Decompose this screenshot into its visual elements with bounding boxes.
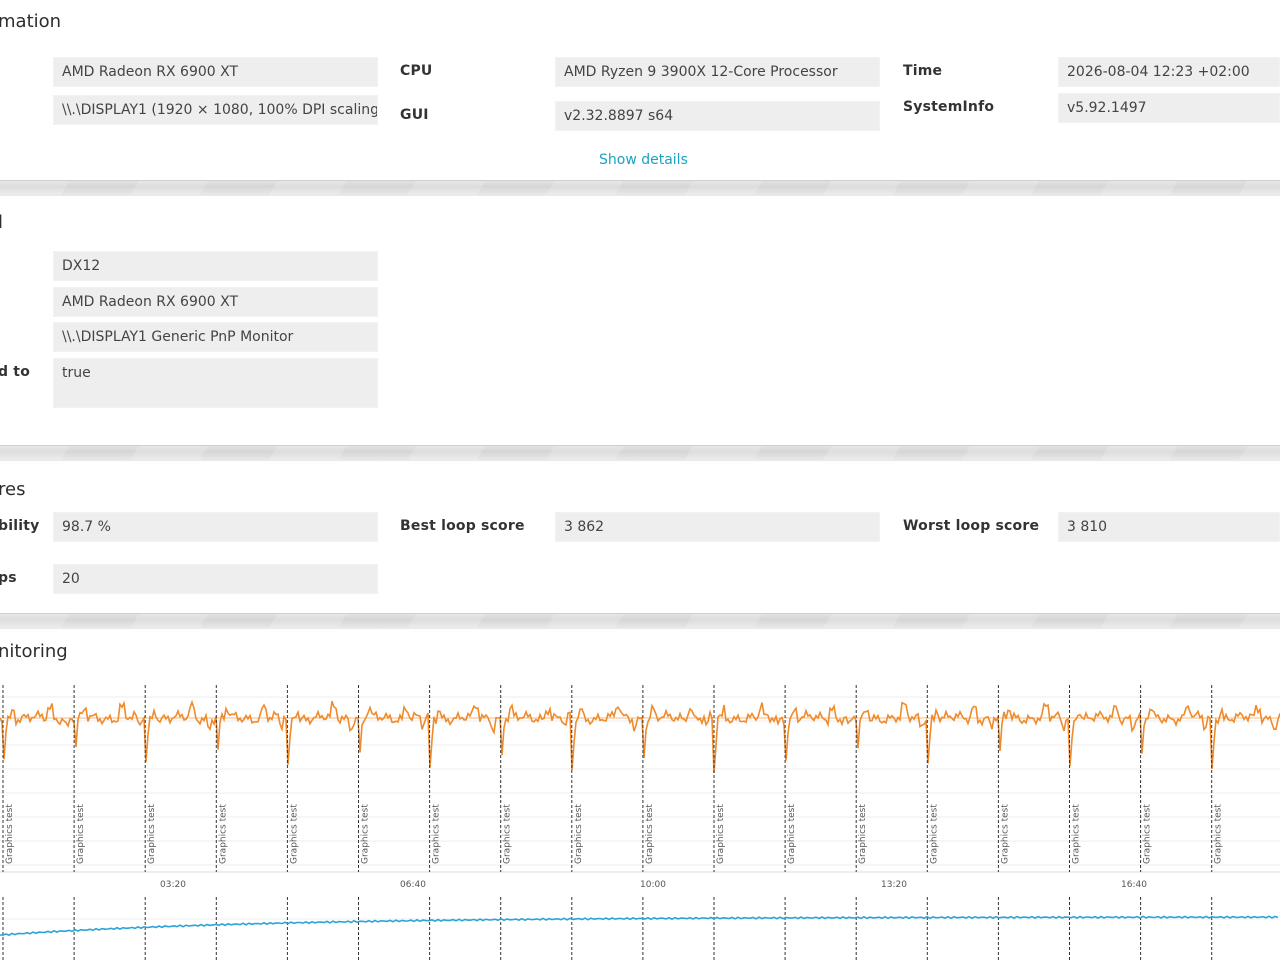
gui-label: GUI <box>400 107 429 123</box>
loop-marker-label: Graphics test <box>5 804 15 864</box>
locked-label: d to <box>0 364 31 380</box>
time-tick-label: 10:00 <box>640 880 666 890</box>
loop-marker-label: Graphics test <box>432 804 442 864</box>
loop-marker-label: Graphics test <box>289 804 299 864</box>
loop-marker-label: Graphics test <box>858 804 868 864</box>
systeminfo-label: SystemInfo <box>903 99 995 115</box>
gpu-value: AMD Radeon RX 6900 XT <box>53 287 378 317</box>
worst-loop-label: Worst loop score <box>903 518 1040 534</box>
time-tick-label: 03:20 <box>160 880 186 890</box>
loop-marker-label: Graphics test <box>76 804 86 864</box>
section-divider <box>0 180 1280 196</box>
systeminfo-value: v5.92.1497 <box>1058 93 1280 123</box>
loop-marker-label: Graphics test <box>1214 804 1224 864</box>
cpu-value: AMD Ryzen 9 3900X 12-Core Processor <box>555 57 880 87</box>
loop-marker-label: Graphics test <box>716 804 726 864</box>
loops-value: 20 <box>53 564 378 594</box>
benchmark-result-page: mation AMD Radeon RX 6900 XT \\.\DISPLAY… <box>0 0 1280 960</box>
loop-marker-label: Graphics test <box>361 804 371 864</box>
section-divider <box>0 445 1280 461</box>
time-tick-label: 16:40 <box>1121 880 1147 890</box>
time-tick-label: 13:20 <box>881 880 907 890</box>
framerate-line <box>0 699 1280 774</box>
loop-marker-label: Graphics test <box>645 804 655 864</box>
section-title: l <box>0 212 4 233</box>
section-title: mation <box>0 11 62 32</box>
gui-value: v2.32.8897 s64 <box>555 101 880 131</box>
best-loop-label: Best loop score <box>400 518 525 534</box>
loop-marker-label: Graphics test <box>787 804 797 864</box>
loop-marker-label: Graphics test <box>574 804 584 864</box>
loop-marker-label: Graphics test <box>1143 804 1153 864</box>
worst-loop-value: 3 810 <box>1058 512 1280 542</box>
section-title: res <box>0 479 26 500</box>
monitoring-section: nitoring Graphics test Graphics test Graph… <box>0 629 1280 960</box>
settings-section: l DX12 AMD Radeon RX 6900 XT \\.\DISPLAY… <box>0 196 1280 445</box>
api-value: DX12 <box>53 251 378 281</box>
best-loop-value: 3 862 <box>555 512 880 542</box>
display-value: \\.\DISPLAY1 Generic PnP Monitor <box>53 322 378 352</box>
gpu-value: AMD Radeon RX 6900 XT <box>53 57 378 87</box>
loop-marker-label: Graphics test <box>503 804 513 864</box>
section-divider <box>0 613 1280 629</box>
loop-marker-label: Graphics test <box>147 804 157 864</box>
loop-marker-label: Graphics test <box>929 804 939 864</box>
time-label: Time <box>903 63 943 79</box>
loops-label: ps <box>0 570 17 586</box>
cpu-label: CPU <box>400 63 433 79</box>
locked-value: true <box>53 358 378 408</box>
time-value: 2026-08-04 12:23 +02:00 <box>1058 57 1280 87</box>
loop-marker-label: Graphics test <box>218 804 228 864</box>
display-value: \\.\DISPLAY1 (1920 × 1080, 100% DPI scal… <box>53 95 378 125</box>
system-information-section: mation AMD Radeon RX 6900 XT \\.\DISPLAY… <box>0 0 1280 180</box>
stability-label: bility <box>0 518 40 534</box>
loop-marker-label: Graphics test <box>1000 804 1010 864</box>
monitoring-chart: Graphics test Graphics test Graphics test G… <box>0 685 1280 960</box>
show-details-link[interactable]: Show details <box>599 152 688 168</box>
stability-value: 98.7 % <box>53 512 378 542</box>
scores-section: res bility 98.7 % Best loop score 3 862 … <box>0 461 1280 613</box>
time-tick-label: 06:40 <box>400 880 426 890</box>
loop-marker-label: Graphics test <box>1072 804 1082 864</box>
